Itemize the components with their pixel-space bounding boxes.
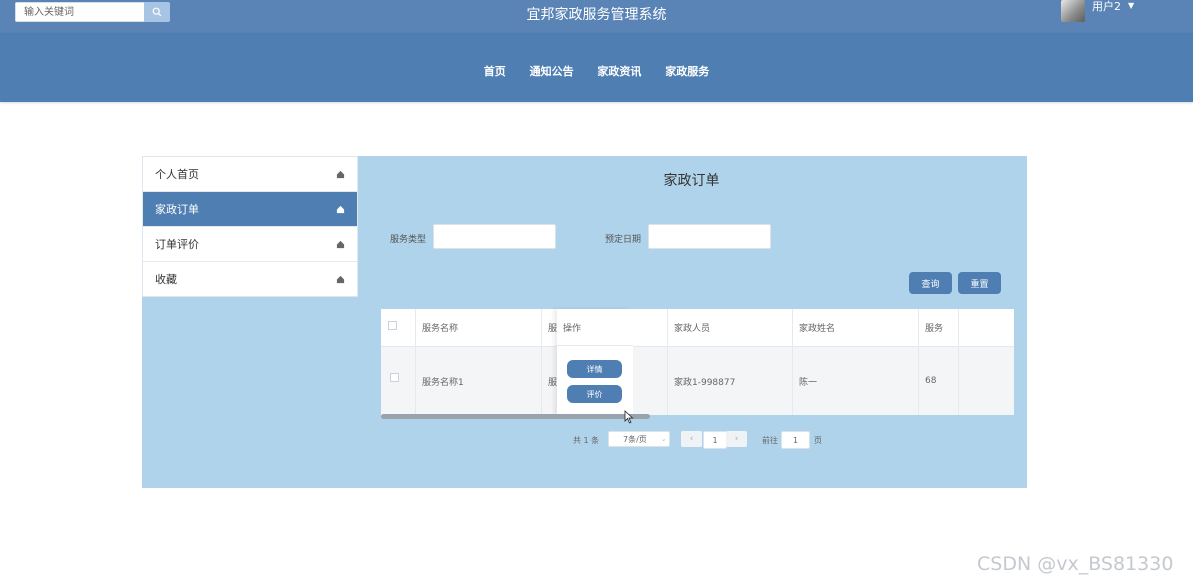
home-icon [336,240,345,248]
chevron-left-icon: ‹ [689,434,694,444]
cell-price: 68 [919,347,959,415]
next-page-button[interactable]: › [726,431,747,447]
sidebar-item-reviews[interactable]: 订单评价 [143,227,357,262]
review-button[interactable]: 评价 [567,385,622,403]
user-menu[interactable]: 用户2 ▼ [1061,0,1134,22]
chevron-right-icon: › [734,434,739,444]
operations-column: 操作 详情 评价 [557,309,633,415]
chevron-down-icon[interactable]: ▼ [1128,1,1134,10]
goto-page-input[interactable]: 1 [781,431,810,449]
main-nav: 首页 通知公告 家政资讯 家政服务 [0,33,1193,102]
sidebar-item-label: 个人首页 [155,168,199,181]
sidebar-item-label: 收藏 [155,273,177,286]
horizontal-scrollbar[interactable] [381,414,650,419]
watermark: CSDN @vx_BS81330 [977,553,1174,575]
sidebar: 个人首页 家政订单 订单评价 收藏 [142,156,358,297]
row-select-cell [381,347,416,415]
nav-home[interactable]: 首页 [484,65,506,78]
page-title: 家政订单 [663,173,720,189]
sidebar-item-orders[interactable]: 家政订单 [143,192,357,227]
page-suffix: 页 [814,436,822,445]
reset-button[interactable]: 重置 [958,272,1001,294]
cell-staff: 家政1-998877 [668,347,793,415]
cell-staff-name: 陈一 [793,347,919,415]
pagination-total: 共 1 条 [573,436,600,445]
nav-notices[interactable]: 通知公告 [530,65,574,78]
table-row[interactable]: 服务名称1 服务类型1 家政1-998877 陈一 68 [381,347,1014,415]
select-all-checkbox[interactable] [388,321,397,330]
detail-button[interactable]: 详情 [567,360,622,378]
sidebar-item-label: 订单评价 [155,238,199,251]
cell-service-name: 服务名称1 [416,347,542,415]
goto-label: 前往 [762,436,778,445]
home-icon [336,170,345,178]
home-icon [336,275,345,283]
col-staff[interactable]: 家政人员 [668,309,793,346]
query-button[interactable]: 查询 [909,272,952,294]
mouse-pointer-icon [624,410,634,424]
nav-services[interactable]: 家政服务 [665,65,709,78]
sidebar-item-label: 家政订单 [155,203,199,216]
select-all-cell [381,309,416,346]
date-input[interactable] [648,224,771,249]
top-bar: 宜邦家政服务管理系统 用户2 ▼ [0,0,1193,33]
nav-news[interactable]: 家政资讯 [597,65,641,78]
service-type-label: 服务类型 [390,235,427,245]
row-checkbox[interactable] [390,373,399,382]
username[interactable]: 用户2 [1092,0,1121,14]
current-page[interactable]: 1 [703,431,727,449]
date-label: 预定日期 [605,235,642,245]
site-title: 宜邦家政服务管理系统 [526,7,667,23]
sidebar-item-favorites[interactable]: 收藏 [143,262,357,296]
table-header: 服务名称 服务类型 家政人员 家政姓名 服务 [381,309,1014,347]
page-size-select[interactable]: 7条/页 ⌄ [608,431,670,447]
orders-table: 服务名称 服务类型 家政人员 家政姓名 服务 服务名称1 服务类型1 家政1-9… [381,309,1014,415]
sidebar-item-profile[interactable]: 个人首页 [143,157,357,192]
avatar[interactable] [1061,0,1085,22]
home-icon [336,205,345,213]
col-staff-name[interactable]: 家政姓名 [793,309,919,346]
col-operations: 操作 [557,309,633,346]
service-type-input[interactable] [433,224,556,249]
page-size-value: 7条/页 [623,434,647,444]
col-service-name[interactable]: 服务名称 [416,309,542,346]
col-price[interactable]: 服务 [919,309,959,346]
chevron-down-icon: ⌄ [660,435,667,443]
prev-page-button[interactable]: ‹ [681,431,702,447]
